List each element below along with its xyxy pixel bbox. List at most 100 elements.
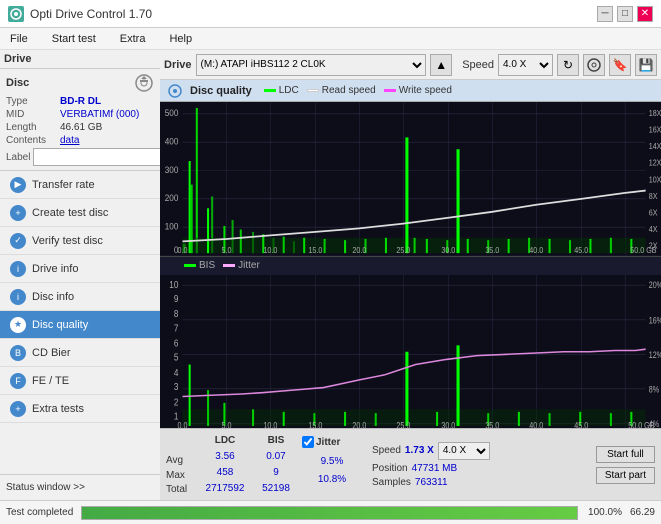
drive-eject-btn[interactable]: ▲ (430, 54, 452, 76)
nav-label-transfer-rate: Transfer rate (32, 179, 95, 191)
progress-bar-container (81, 506, 578, 520)
status-window-btn[interactable]: Status window >> (0, 474, 160, 500)
menu-help[interactable]: Help (163, 31, 198, 47)
disc-icon-btn[interactable] (583, 54, 605, 76)
sidebar-item-transfer-rate[interactable]: ▶ Transfer rate (0, 171, 160, 199)
stats-ldc-max: 458 (217, 467, 234, 478)
save-btn[interactable]: 💾 (635, 54, 657, 76)
nav-label-disc-info: Disc info (32, 291, 74, 303)
disc-quality-icon: ★ (10, 317, 26, 333)
disc-type-row: Type BD-R DL (6, 96, 154, 107)
legend-bis-color (184, 264, 196, 267)
disc-contents-label: Contents (6, 135, 60, 146)
legend-read-speed: Read speed (307, 85, 376, 96)
legend-bis: BIS (184, 260, 215, 271)
speed-dropdown[interactable]: 4.0 X (438, 442, 490, 460)
disc-type-value: BD-R DL (60, 96, 101, 107)
speed-label: Speed (462, 59, 494, 71)
samples-val: 763311 (415, 477, 448, 488)
stats-ldc-total: 2717592 (206, 483, 245, 494)
svg-text:300: 300 (165, 164, 179, 175)
svg-text:10.0: 10.0 (263, 246, 277, 256)
svg-text:35.0: 35.0 (485, 246, 499, 256)
svg-text:20.0: 20.0 (352, 246, 366, 256)
svg-text:45.0: 45.0 (574, 420, 588, 428)
svg-text:10: 10 (169, 278, 178, 289)
stats-ldc-avg: 3.56 (215, 451, 234, 462)
disc-mid-row: MID VERBATIMf (000) (6, 109, 154, 120)
stats-total-label: Total (166, 484, 194, 495)
main-content: Drive (M:) ATAPI iHBS112 2 CL0K ▲ Speed … (160, 50, 661, 500)
start-part-button[interactable]: Start part (596, 467, 655, 484)
cd-bier-icon: B (10, 345, 26, 361)
svg-text:14X: 14X (649, 142, 661, 152)
maximize-button[interactable]: □ (617, 6, 633, 22)
sidebar-item-verify-test-disc[interactable]: ✓ Verify test disc (0, 227, 160, 255)
svg-text:20.0: 20.0 (352, 420, 366, 428)
disc-panel-title: Disc (6, 77, 29, 89)
minimize-button[interactable]: ─ (597, 6, 613, 22)
legend-ldc: LDC (264, 85, 299, 96)
start-full-button[interactable]: Start full (596, 446, 655, 463)
speed-select[interactable]: 4.0 X (498, 54, 553, 76)
sidebar-item-drive-info[interactable]: i Drive info (0, 255, 160, 283)
progress-bar-fill (82, 507, 577, 519)
titlebar-controls: ─ □ ✕ (597, 6, 653, 22)
chart-titlebar: Disc quality LDC Read speed Write speed (160, 80, 661, 102)
disc-label-row: Label ⚙ (6, 148, 154, 166)
disc-eject-icon[interactable] (134, 73, 154, 93)
drive-select[interactable]: (M:) ATAPI iHBS112 2 CL0K (196, 54, 427, 76)
jitter-checkbox[interactable] (302, 436, 314, 448)
drive-row: Drive (0, 50, 160, 69)
samples-row: Samples 763311 (372, 477, 490, 488)
close-button[interactable]: ✕ (637, 6, 653, 22)
svg-text:16%: 16% (649, 315, 661, 325)
drive-info-icon: i (10, 261, 26, 277)
menu-extra[interactable]: Extra (114, 31, 152, 47)
app-icon (8, 6, 24, 22)
stats-speed-area: Speed 1.73 X 4.0 X Position 47731 MB Sam… (372, 442, 490, 488)
samples-label: Samples (372, 477, 411, 488)
jitter-check-row[interactable]: Jitter (302, 436, 362, 448)
sidebar-item-fe-te[interactable]: F FE / TE (0, 367, 160, 395)
position-row: Position 47731 MB (372, 463, 490, 474)
statusbar: Test completed 100.0% 66.29 (0, 500, 661, 524)
disc-contents-value[interactable]: data (60, 135, 79, 146)
sidebar-item-create-test-disc[interactable]: + Create test disc (0, 199, 160, 227)
legend-write-speed-label: Write speed (399, 85, 452, 96)
speed-label-text: Speed (372, 445, 401, 456)
svg-text:5: 5 (174, 351, 179, 362)
nav-label-cd-bier: CD Bier (32, 347, 71, 359)
sidebar-item-disc-quality[interactable]: ★ Disc quality (0, 311, 160, 339)
legend-ldc-color (264, 89, 276, 92)
svg-text:20%: 20% (649, 280, 661, 290)
sidebar-item-disc-info[interactable]: i Disc info (0, 283, 160, 311)
nav-menu: ▶ Transfer rate + Create test disc ✓ Ver… (0, 171, 160, 474)
start-buttons: Start full Start part (596, 446, 655, 484)
stats-jitter-col: Jitter 9.5% 10.8% (302, 433, 362, 497)
svg-text:100: 100 (165, 221, 179, 232)
speed-refresh-btn[interactable]: ↻ (557, 54, 579, 76)
svg-text:40.0: 40.0 (529, 246, 543, 256)
legend-jitter-label: Jitter (238, 260, 260, 271)
legend-read-speed-color (307, 89, 319, 92)
svg-text:500: 500 (165, 108, 179, 119)
disc-label-input[interactable] (33, 148, 167, 166)
svg-text:6: 6 (174, 337, 179, 348)
top-chart-svg: 500 400 300 200 100 0 18X 16X 14X 12X 10… (160, 102, 661, 256)
sidebar-item-cd-bier[interactable]: B CD Bier (0, 339, 160, 367)
svg-text:12%: 12% (649, 350, 661, 360)
bookmark-btn[interactable]: 🔖 (609, 54, 631, 76)
bottom-chart: 10 9 8 7 6 5 4 3 2 1 20% 16% 12% (160, 275, 661, 429)
svg-text:15.0: 15.0 (308, 420, 322, 428)
status-window-label: Status window >> (6, 482, 85, 493)
sidebar-item-extra-tests[interactable]: + Extra tests (0, 395, 160, 423)
svg-text:2: 2 (174, 396, 179, 407)
disc-length-label: Length (6, 122, 60, 133)
disc-length-row: Length 46.61 GB (6, 122, 154, 133)
legend-write-speed-color (384, 89, 396, 92)
svg-text:50.0 GB: 50.0 GB (628, 420, 654, 428)
menu-start-test[interactable]: Start test (46, 31, 102, 47)
stats-bis-total: 52198 (262, 483, 290, 494)
menu-file[interactable]: File (4, 31, 34, 47)
